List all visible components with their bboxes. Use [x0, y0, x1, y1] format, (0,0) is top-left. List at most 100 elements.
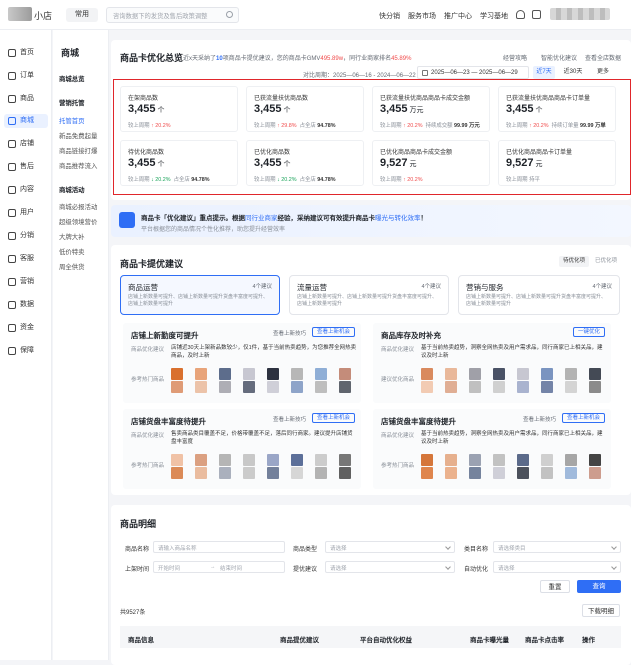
- sidebar-item-fund[interactable]: 资金: [4, 321, 48, 335]
- product-thumbnail[interactable]: [339, 467, 351, 479]
- product-thumbnail[interactable]: [517, 467, 529, 479]
- product-thumbnail[interactable]: [315, 381, 327, 393]
- reset-button[interactable]: 重置: [540, 580, 570, 593]
- nav-distribution[interactable]: 快分销: [379, 11, 400, 21]
- category-tab-traffic[interactable]: 流量运营 4个建议 店铺上新数量可提升、店铺上新数量可提升货盘丰富度可提升、店铺…: [289, 275, 449, 315]
- product-thumbnail[interactable]: [243, 467, 255, 479]
- product-thumbnail[interactable]: [565, 454, 577, 466]
- product-thumbnail[interactable]: [565, 381, 577, 393]
- suggestion-action-button[interactable]: 一键优化: [572, 327, 605, 337]
- bell-icon[interactable]: [516, 10, 525, 19]
- product-thumbnail[interactable]: [541, 467, 553, 479]
- product-thumbnail[interactable]: [195, 368, 207, 380]
- product-thumbnail[interactable]: [291, 368, 303, 380]
- subnav-overview[interactable]: 商城总览: [59, 74, 85, 83]
- account-avatar[interactable]: [550, 8, 610, 20]
- product-thumbnail[interactable]: [219, 368, 231, 380]
- sidebar-item-goods[interactable]: 商品: [4, 92, 48, 106]
- sidebar-item-content[interactable]: 内容: [4, 183, 48, 197]
- subnav-item-recommend[interactable]: 商品推荐流入: [59, 161, 97, 170]
- sidebar-item-share[interactable]: 分销: [4, 229, 48, 243]
- product-thumbnail[interactable]: [445, 381, 457, 393]
- sidebar-item-service[interactable]: 客服: [4, 252, 48, 266]
- product-thumbnail[interactable]: [493, 381, 505, 393]
- subnav-item-required-activity[interactable]: 商城必报活动: [59, 202, 97, 211]
- sidebar-item-home[interactable]: 首页: [4, 46, 48, 60]
- product-thumbnail[interactable]: [541, 381, 553, 393]
- view-tips-link[interactable]: 查看上新技巧: [523, 415, 556, 423]
- product-thumbnail[interactable]: [291, 467, 303, 479]
- product-thumbnail[interactable]: [339, 368, 351, 380]
- goods-type-select[interactable]: 请选择: [325, 541, 455, 553]
- sidebar-item-order[interactable]: 订单: [4, 69, 48, 83]
- nav-promotion-center[interactable]: 推广中心: [444, 11, 472, 21]
- category-tab-goods[interactable]: 商品运营 4个建议 店铺上新数量可提升、店铺上新数量可提升货盘丰富度可提升、店铺…: [120, 275, 280, 315]
- product-thumbnail[interactable]: [339, 381, 351, 393]
- subnav-item-low-price[interactable]: 低价特卖: [59, 247, 85, 256]
- suggestion-action-button[interactable]: 查看上新机会: [311, 327, 355, 337]
- product-thumbnail[interactable]: [541, 368, 553, 380]
- suggestion-action-button[interactable]: 查看上新机会: [561, 413, 605, 423]
- product-thumbnail[interactable]: [469, 467, 481, 479]
- sidebar-item-mall[interactable]: 商城: [4, 114, 48, 128]
- product-thumbnail[interactable]: [469, 454, 481, 466]
- product-thumbnail[interactable]: [171, 467, 183, 479]
- view-tips-link[interactable]: 查看上新技巧: [273, 329, 306, 337]
- product-thumbnail[interactable]: [469, 381, 481, 393]
- product-thumbnail[interactable]: [243, 381, 255, 393]
- product-thumbnail[interactable]: [195, 467, 207, 479]
- product-thumbnail[interactable]: [493, 368, 505, 380]
- view-tips-link[interactable]: 查看上新技巧: [273, 415, 306, 423]
- category-tab-marketing[interactable]: 营销与服务 4个建议 店铺上新数量可提升、店铺上新数量可提升货盘丰富度可提升、店…: [458, 275, 620, 315]
- sidebar-item-guarantee[interactable]: 保障: [4, 344, 48, 358]
- subnav-item-super-price[interactable]: 超级领境营价: [59, 217, 97, 226]
- shop-logo[interactable]: [8, 7, 32, 21]
- range-tab-30d[interactable]: 近30天: [560, 66, 586, 79]
- suggest-select[interactable]: 请选择: [325, 561, 455, 573]
- product-thumbnail[interactable]: [267, 368, 279, 380]
- product-thumbnail[interactable]: [517, 368, 529, 380]
- product-thumbnail[interactable]: [421, 454, 433, 466]
- subnav-item-link-boost[interactable]: 商品链接打爆: [59, 146, 97, 155]
- goods-name-input[interactable]: 请输入商品名称: [153, 541, 285, 553]
- product-thumbnail[interactable]: [421, 467, 433, 479]
- product-thumbnail[interactable]: [445, 467, 457, 479]
- global-search-input[interactable]: 咨询数据下的发货及售后政策调整: [106, 7, 239, 23]
- product-thumbnail[interactable]: [589, 467, 601, 479]
- product-thumbnail[interactable]: [219, 454, 231, 466]
- subnav-item-new-product[interactable]: 新品免费起量: [59, 131, 97, 140]
- product-thumbnail[interactable]: [421, 368, 433, 380]
- link-strategy[interactable]: 经营攻略: [503, 53, 527, 62]
- product-thumbnail[interactable]: [589, 368, 601, 380]
- product-thumbnail[interactable]: [315, 454, 327, 466]
- product-thumbnail[interactable]: [589, 381, 601, 393]
- product-thumbnail[interactable]: [493, 467, 505, 479]
- product-thumbnail[interactable]: [469, 368, 481, 380]
- nav-service-market[interactable]: 服务市场: [408, 11, 436, 21]
- product-thumbnail[interactable]: [339, 454, 351, 466]
- sidebar-item-store[interactable]: 店铺: [4, 137, 48, 151]
- product-thumbnail[interactable]: [291, 381, 303, 393]
- product-thumbnail[interactable]: [291, 454, 303, 466]
- product-thumbnail[interactable]: [315, 467, 327, 479]
- product-thumbnail[interactable]: [171, 454, 183, 466]
- subnav-item-supply[interactable]: 周全供货: [59, 262, 85, 271]
- subnav-group-hosting[interactable]: 营销托管: [59, 98, 85, 107]
- product-thumbnail[interactable]: [565, 467, 577, 479]
- date-range-picker[interactable]: 2025—06—23 — 2025—06—29: [417, 66, 529, 79]
- product-thumbnail[interactable]: [243, 368, 255, 380]
- product-thumbnail[interactable]: [517, 381, 529, 393]
- download-button[interactable]: 下载明细: [582, 604, 620, 617]
- product-thumbnail[interactable]: [541, 454, 553, 466]
- product-thumbnail[interactable]: [195, 454, 207, 466]
- product-thumbnail[interactable]: [267, 381, 279, 393]
- product-thumbnail[interactable]: [589, 454, 601, 466]
- common-button[interactable]: 常用: [66, 8, 98, 22]
- subnav-item-brand-subsidy[interactable]: 大牌大补: [59, 232, 85, 241]
- product-thumbnail[interactable]: [267, 454, 279, 466]
- product-thumbnail[interactable]: [171, 368, 183, 380]
- product-thumbnail[interactable]: [195, 381, 207, 393]
- subnav-item-hosting-home[interactable]: 托管首页: [59, 116, 85, 125]
- filter-tab-done[interactable]: 已优化项: [591, 256, 621, 267]
- filter-tab-pending[interactable]: 待优化项: [559, 256, 589, 267]
